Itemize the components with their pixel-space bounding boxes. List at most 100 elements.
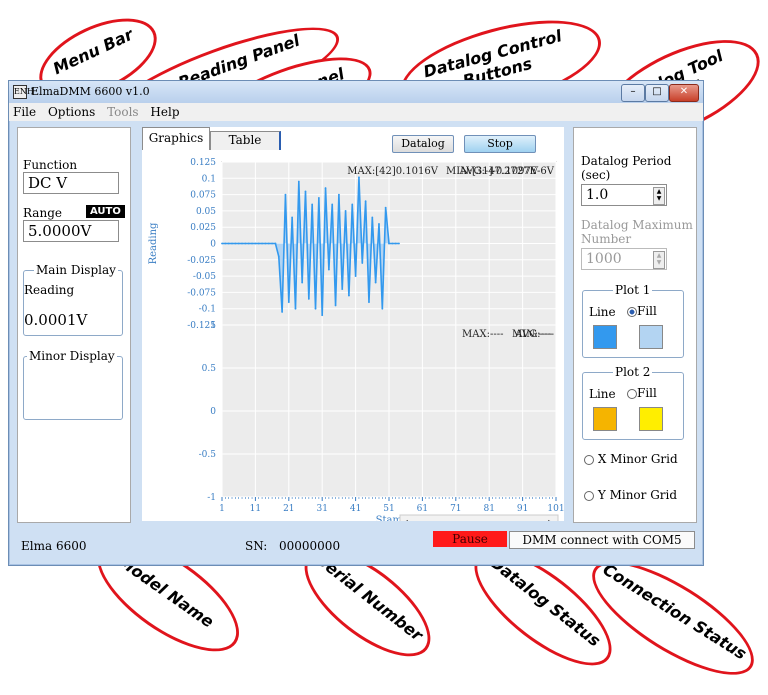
plot2-fill-color[interactable] xyxy=(639,407,663,431)
connection-status: DMM connect with COM5 xyxy=(509,531,695,549)
y-minor-grid-label: Y Minor Grid xyxy=(597,488,678,502)
plot1-line-color[interactable] xyxy=(593,325,617,349)
plot1-data-point xyxy=(314,307,317,310)
plot1-data-point xyxy=(257,242,260,245)
plot1-data-point xyxy=(361,262,364,264)
plot1-fill-radio[interactable] xyxy=(627,306,637,317)
plot2-ytick-label: 1 xyxy=(210,321,216,331)
plot1-data-point xyxy=(301,281,304,284)
datalog-tool-panel: Datalog Period (sec) 1.0 ▲ ▼ Datalog Maxi… xyxy=(573,127,697,523)
plot1-data-point xyxy=(291,216,294,219)
scroll-left-arrow: ◂ xyxy=(404,517,408,521)
plot1-fill-label: Fill xyxy=(637,304,657,318)
plot2-xtick-label: 51 xyxy=(383,504,394,514)
x-minor-grid-option[interactable]: X Minor Grid xyxy=(584,452,678,466)
range-label: Range xyxy=(23,206,62,220)
range-auto-badge: AUTO xyxy=(86,205,125,218)
plot1-data-point xyxy=(224,242,227,245)
plot1-data-point xyxy=(221,242,223,245)
app-icon: ENH xyxy=(13,85,34,99)
plot1-data-point xyxy=(398,242,400,245)
plot1-data-point xyxy=(391,242,394,245)
datalog-panel: Graphics Table Datalog Stop 0.125 0.1 0.07… xyxy=(142,127,564,521)
plot2-max-stat: MAX:---- xyxy=(462,329,503,340)
plot1-data-point xyxy=(274,242,277,245)
max-label-2: Number xyxy=(581,232,632,246)
plot2-xtick-label: 31 xyxy=(316,504,327,514)
plot1-data-point xyxy=(311,203,314,206)
x-minor-grid-radio[interactable] xyxy=(584,454,594,465)
plot1-data-point xyxy=(264,242,267,245)
plot1-ytick-label: -0.1 xyxy=(199,305,216,315)
close-button[interactable]: ✕ xyxy=(669,84,699,102)
title-bar: ENH ElmaDMM 6600 v1.0 – □ ✕ xyxy=(9,81,703,103)
plot1-data-point xyxy=(374,281,377,284)
main-display-group: Main Display Reading 0.0001V xyxy=(23,263,123,336)
plot2-line-color[interactable] xyxy=(593,407,617,431)
plot1-data-point xyxy=(344,210,347,212)
tab-table[interactable]: Table xyxy=(210,131,281,150)
max-number-spinner[interactable]: ▲ ▼ xyxy=(653,251,665,269)
plot1-data-point xyxy=(307,298,310,300)
plot1-data-point xyxy=(327,268,330,271)
plot1-data-point xyxy=(338,193,340,196)
plot1-data-point xyxy=(348,294,350,297)
plot1-data-point xyxy=(294,307,297,310)
plot1-ytick-label: 0.125 xyxy=(190,158,216,168)
plot1-ytick-label: 0.075 xyxy=(190,191,216,201)
plot2-fill-radio[interactable] xyxy=(627,388,637,399)
serial-label: SN: xyxy=(245,539,268,553)
minor-display-group: Minor Display xyxy=(23,349,123,420)
plot1-avg-stat: AVG:-47.2727E-6V xyxy=(459,166,555,177)
plot1-data-point xyxy=(354,275,357,277)
serial-number: 00000000 xyxy=(279,539,341,553)
plot1-data-point xyxy=(231,242,233,245)
plot1-fill-color[interactable] xyxy=(639,325,663,349)
plot1-data-point xyxy=(287,301,290,304)
plot2-xtick-label: 81 xyxy=(483,504,494,514)
meter-reading-panel: Function DC V Range AUTO 5.0000V Main Di… xyxy=(17,127,131,523)
y-minor-grid-option[interactable]: Y Minor Grid xyxy=(584,488,677,502)
plot1-label: Plot 1 xyxy=(613,283,653,297)
plot1-data-point xyxy=(341,288,344,291)
plot1-data-point xyxy=(351,203,354,206)
max-label: Datalog Maximum xyxy=(581,218,693,232)
y-minor-grid-radio[interactable] xyxy=(584,490,594,501)
plot2-ytick-label: -1 xyxy=(207,493,216,503)
menu-tools[interactable]: Tools xyxy=(103,103,143,119)
minor-display-label: Minor Display xyxy=(27,349,117,363)
status-bar: Elma 6600 SN: 00000000 Pause DMM connect… xyxy=(9,525,703,563)
menu-options[interactable]: Options xyxy=(44,103,99,119)
maximize-button[interactable]: □ xyxy=(645,84,669,102)
plot1-data-point xyxy=(371,216,374,219)
plot1-ytick-label: 0.05 xyxy=(196,207,216,217)
plot2-xtick-label: 71 xyxy=(450,504,461,514)
menu-file[interactable]: File xyxy=(9,103,40,119)
range-value: 5.0000V xyxy=(23,220,119,242)
period-spinner[interactable]: ▲ ▼ xyxy=(653,187,665,205)
plot1-ytick-label: -0.075 xyxy=(187,288,216,298)
plot1-data-point xyxy=(388,242,390,245)
plot1-data-point xyxy=(281,311,284,313)
plot1-ytick-label: -0.05 xyxy=(193,272,216,282)
plot1-fill-option[interactable]: Fill xyxy=(627,304,657,318)
reading-value: 0.0001V xyxy=(24,311,88,329)
minimize-button[interactable]: – xyxy=(621,84,645,102)
app-window: ENH ElmaDMM 6600 v1.0 – □ ✕ File Options… xyxy=(8,80,704,566)
datalog-button[interactable]: Datalog xyxy=(392,135,454,153)
plot-scrollbar xyxy=(399,514,559,521)
plot2-group: Plot 2 Line Fill xyxy=(582,365,684,440)
plot2-fill-option[interactable]: Fill xyxy=(627,386,657,400)
plot2-xtick-label: 91 xyxy=(517,504,528,514)
stop-button[interactable]: Stop xyxy=(464,135,536,153)
plot2-fill-label: Fill xyxy=(637,386,657,400)
plot1-ytick-label: 0.025 xyxy=(190,223,216,233)
menu-help[interactable]: Help xyxy=(146,103,183,119)
plot1-data-point xyxy=(358,176,360,179)
plot1-data-point xyxy=(241,242,243,245)
tab-graphics[interactable]: Graphics xyxy=(142,127,210,150)
plot1-data-point xyxy=(237,242,240,245)
plot1-data-point xyxy=(254,242,257,245)
plot1-ylabel: Reading xyxy=(148,222,159,264)
plot1-ytick-label: -0.025 xyxy=(187,256,216,266)
